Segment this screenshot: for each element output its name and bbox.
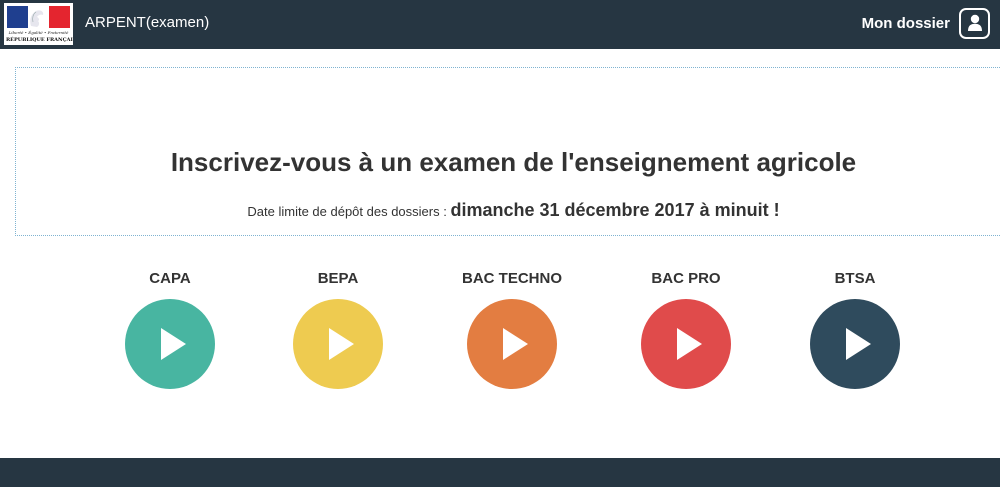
top-navbar: Liberté • Égalité • Fraternité RÉPUBLIQU…: [0, 0, 1000, 49]
deadline-line: Date limite de dépôt des dossiers : dima…: [16, 198, 1000, 224]
exam-label[interactable]: BAC TECHNO: [442, 269, 582, 289]
play-icon: [329, 328, 354, 360]
exam-btsa-button[interactable]: [810, 299, 900, 389]
exam-list: CAPA BEPA BAC TECHNO BAC PRO BTSA: [0, 268, 1000, 398]
exam-label[interactable]: CAPA: [100, 269, 240, 289]
footer-bar: [0, 458, 1000, 487]
marianne-icon: [30, 10, 44, 27]
play-icon: [503, 328, 528, 360]
account-button[interactable]: Mon dossier: [862, 6, 990, 40]
logo-republique-francaise: RÉPUBLIQUE FRANÇAISE: [6, 37, 73, 43]
deadline-date: dimanche 31 décembre 2017 à minuit !: [450, 200, 780, 220]
logo-motto: Liberté • Égalité • Fraternité: [8, 30, 69, 35]
exam-bepa[interactable]: BEPA: [268, 268, 408, 389]
hero-panel: Inscrivez-vous à un examen de l'enseigne…: [15, 67, 1000, 236]
exam-capa-button[interactable]: [125, 299, 215, 389]
deadline-label: Date limite de dépôt des dossiers :: [247, 204, 451, 219]
play-icon: [677, 328, 702, 360]
exam-label[interactable]: BTSA: [785, 269, 925, 289]
account-label[interactable]: Mon dossier: [862, 15, 950, 32]
exam-label[interactable]: BEPA: [268, 269, 408, 289]
play-icon: [846, 328, 871, 360]
exam-btsa[interactable]: BTSA: [785, 268, 925, 389]
app-title[interactable]: ARPENT(examen): [85, 13, 209, 33]
republique-francaise-logo[interactable]: Liberté • Égalité • Fraternité RÉPUBLIQU…: [4, 3, 73, 45]
play-icon: [161, 328, 186, 360]
exam-bac-techno[interactable]: BAC TECHNO: [442, 268, 582, 389]
page-title: Inscrivez-vous à un examen de l'enseigne…: [170, 147, 857, 177]
exam-bepa-button[interactable]: [293, 299, 383, 389]
exam-label[interactable]: BAC PRO: [616, 269, 756, 289]
exam-capa[interactable]: CAPA: [100, 268, 240, 389]
exam-bac-pro[interactable]: BAC PRO: [616, 268, 756, 389]
exam-bac-techno-button[interactable]: [467, 299, 557, 389]
exam-bac-pro-button[interactable]: [641, 299, 731, 389]
user-icon[interactable]: [959, 7, 990, 39]
